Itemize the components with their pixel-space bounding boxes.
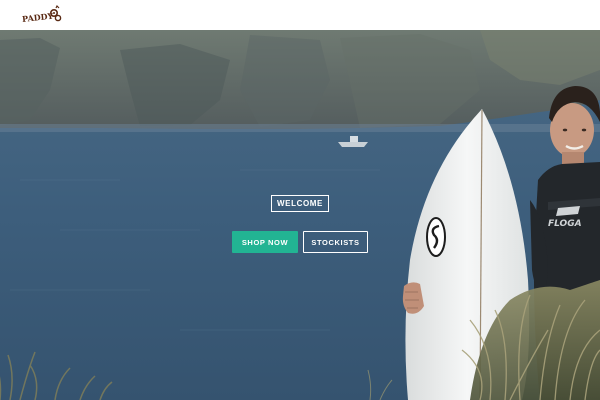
- welcome-label: WELCOME: [271, 195, 329, 212]
- svg-text:PADDY: PADDY: [22, 11, 54, 24]
- shop-now-button[interactable]: SHOP NOW: [232, 231, 298, 253]
- top-navigation-bar: PADDY: [0, 0, 600, 30]
- wetsuit-logo-text: FLOGA: [548, 219, 582, 229]
- stockists-button[interactable]: STOCKISTS: [303, 231, 368, 253]
- brand-logo[interactable]: PADDY: [21, 5, 63, 25]
- hero-background-image: FLOGA: [0, 30, 600, 400]
- hero-banner: FLOGA WELCOME SHOP NOW STOCKISTS: [0, 30, 600, 400]
